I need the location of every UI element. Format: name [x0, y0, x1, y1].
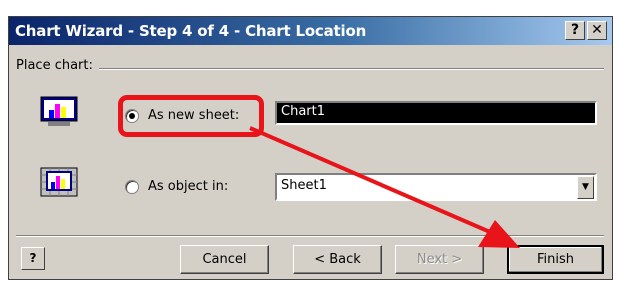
object-in-radio[interactable]	[125, 179, 139, 194]
office-assistant-icon: ?	[29, 251, 37, 265]
object-in-label: As object in:	[148, 179, 229, 194]
finish-button[interactable]: Finish	[507, 245, 604, 274]
window-title: Chart Wizard - Step 4 of 4 - Chart Locat…	[15, 22, 367, 40]
object-in-option[interactable]: As object in:	[125, 179, 228, 194]
annotation-highlight-box	[118, 95, 264, 137]
new-sheet-name-input[interactable]: Chart1	[275, 101, 597, 125]
chevron-down-icon[interactable]: ▼	[577, 176, 594, 199]
chart-sheet-icon	[40, 96, 78, 126]
cancel-button[interactable]: Cancel	[180, 245, 269, 274]
help-title-button[interactable]: ?	[565, 21, 585, 40]
office-assistant-button[interactable]: ?	[21, 247, 45, 270]
object-in-select[interactable]: Sheet1 ▼	[275, 173, 597, 201]
chart-wizard-dialog: Chart Wizard - Step 4 of 4 - Chart Locat…	[8, 16, 613, 280]
group-label: Place chart:	[16, 58, 99, 73]
object-in-value: Sheet1	[281, 178, 327, 193]
embedded-chart-icon	[40, 167, 78, 197]
bottom-divider	[16, 235, 604, 237]
title-bar[interactable]: Chart Wizard - Step 4 of 4 - Chart Locat…	[9, 17, 612, 45]
group-divider	[16, 68, 604, 70]
close-button[interactable]: ✕	[587, 21, 607, 40]
back-button[interactable]: < Back	[293, 245, 382, 274]
next-button[interactable]: Next >	[395, 245, 484, 274]
new-sheet-name-value: Chart1	[281, 104, 325, 119]
